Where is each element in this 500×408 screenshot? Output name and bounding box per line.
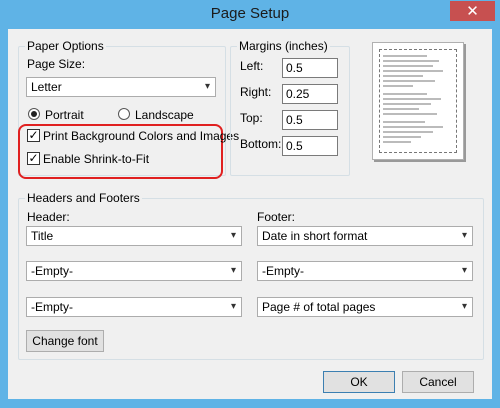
title-bar[interactable]: Page Setup ✕	[0, 0, 500, 28]
ok-button[interactable]: OK	[323, 371, 395, 393]
chevron-down-icon: ▾	[204, 81, 210, 92]
portrait-radio[interactable]	[28, 108, 40, 120]
preview-text-line	[383, 108, 419, 110]
bottom-margin-label: Bottom:	[240, 137, 282, 151]
bottom-margin-input[interactable]: 0.5	[282, 136, 338, 156]
footer-value: -Empty-	[262, 264, 304, 278]
top-margin-label: Top:	[240, 111, 263, 125]
dialog-body: Paper Options Page Size: Letter ▾ Portra…	[8, 29, 492, 399]
preview-text-line	[383, 121, 425, 123]
preview-text-line	[383, 136, 421, 138]
checkmark-icon: ✓	[28, 128, 39, 142]
close-icon: ✕	[466, 2, 479, 20]
footer-value: Page # of total pages	[262, 300, 376, 314]
left-margin-input[interactable]: 0.5	[282, 58, 338, 78]
preview-text-line	[383, 65, 433, 67]
change-font-button[interactable]: Change font	[26, 330, 104, 352]
right-margin-label: Right:	[240, 85, 272, 99]
preview-text-line	[383, 55, 427, 57]
header-select-3[interactable]: -Empty- ▾	[26, 297, 242, 317]
preview-text-line	[383, 93, 427, 95]
left-margin-label: Left:	[240, 59, 264, 73]
cancel-button[interactable]: Cancel	[402, 371, 474, 393]
footer-value: Date in short format	[262, 229, 368, 243]
page-size-value: Letter	[31, 80, 62, 94]
chevron-down-icon: ▾	[461, 230, 467, 241]
chevron-down-icon: ▾	[230, 265, 236, 276]
chevron-down-icon: ▾	[461, 301, 467, 312]
preview-text-line	[383, 131, 433, 133]
print-background-checkbox[interactable]: ✓	[27, 129, 40, 142]
landscape-label[interactable]: Landscape	[135, 108, 194, 122]
preview-text-line	[383, 75, 423, 77]
footer-select-1[interactable]: Date in short format ▾	[257, 226, 473, 246]
header-value: -Empty-	[31, 300, 73, 314]
header-label: Header:	[27, 210, 70, 224]
chevron-down-icon: ▾	[461, 265, 467, 276]
header-value: Title	[31, 229, 54, 243]
header-select-1[interactable]: Title ▾	[26, 226, 242, 246]
footer-label: Footer:	[257, 210, 296, 224]
preview-text-line	[383, 85, 413, 87]
print-background-label[interactable]: Print Background Colors and Images	[43, 129, 239, 143]
preview-text-line	[383, 113, 437, 115]
preview-text-line	[383, 80, 435, 82]
chevron-down-icon: ▾	[230, 230, 236, 241]
preview-text-line	[383, 60, 439, 62]
page-setup-dialog: Page Setup ✕ Paper Options Page Size: Le…	[0, 0, 500, 408]
margins-legend: Margins (inches)	[237, 39, 330, 53]
footer-select-3[interactable]: Page # of total pages ▾	[257, 297, 473, 317]
checkmark-icon: ✓	[28, 151, 39, 165]
top-margin-input[interactable]: 0.5	[282, 110, 338, 130]
page-size-select[interactable]: Letter ▾	[26, 77, 216, 97]
preview-text-line	[383, 126, 443, 128]
chevron-down-icon: ▾	[230, 301, 236, 312]
preview-text-line	[383, 103, 431, 105]
page-preview	[372, 42, 464, 160]
header-value: -Empty-	[31, 264, 73, 278]
preview-text-line	[383, 141, 411, 143]
portrait-label[interactable]: Portrait	[45, 108, 84, 122]
page-size-label: Page Size:	[27, 57, 86, 71]
window-title: Page Setup	[210, 5, 290, 22]
headers-footers-legend: Headers and Footers	[25, 191, 142, 205]
paper-options-legend: Paper Options	[25, 39, 106, 53]
shrink-to-fit-checkbox[interactable]: ✓	[27, 152, 40, 165]
landscape-radio[interactable]	[118, 108, 130, 120]
preview-text-line	[383, 98, 441, 100]
footer-select-2[interactable]: -Empty- ▾	[257, 261, 473, 281]
close-button[interactable]: ✕	[450, 1, 495, 21]
preview-text-line	[383, 70, 443, 72]
shrink-to-fit-label[interactable]: Enable Shrink-to-Fit	[43, 152, 149, 166]
header-select-2[interactable]: -Empty- ▾	[26, 261, 242, 281]
right-margin-input[interactable]: 0.25	[282, 84, 338, 104]
